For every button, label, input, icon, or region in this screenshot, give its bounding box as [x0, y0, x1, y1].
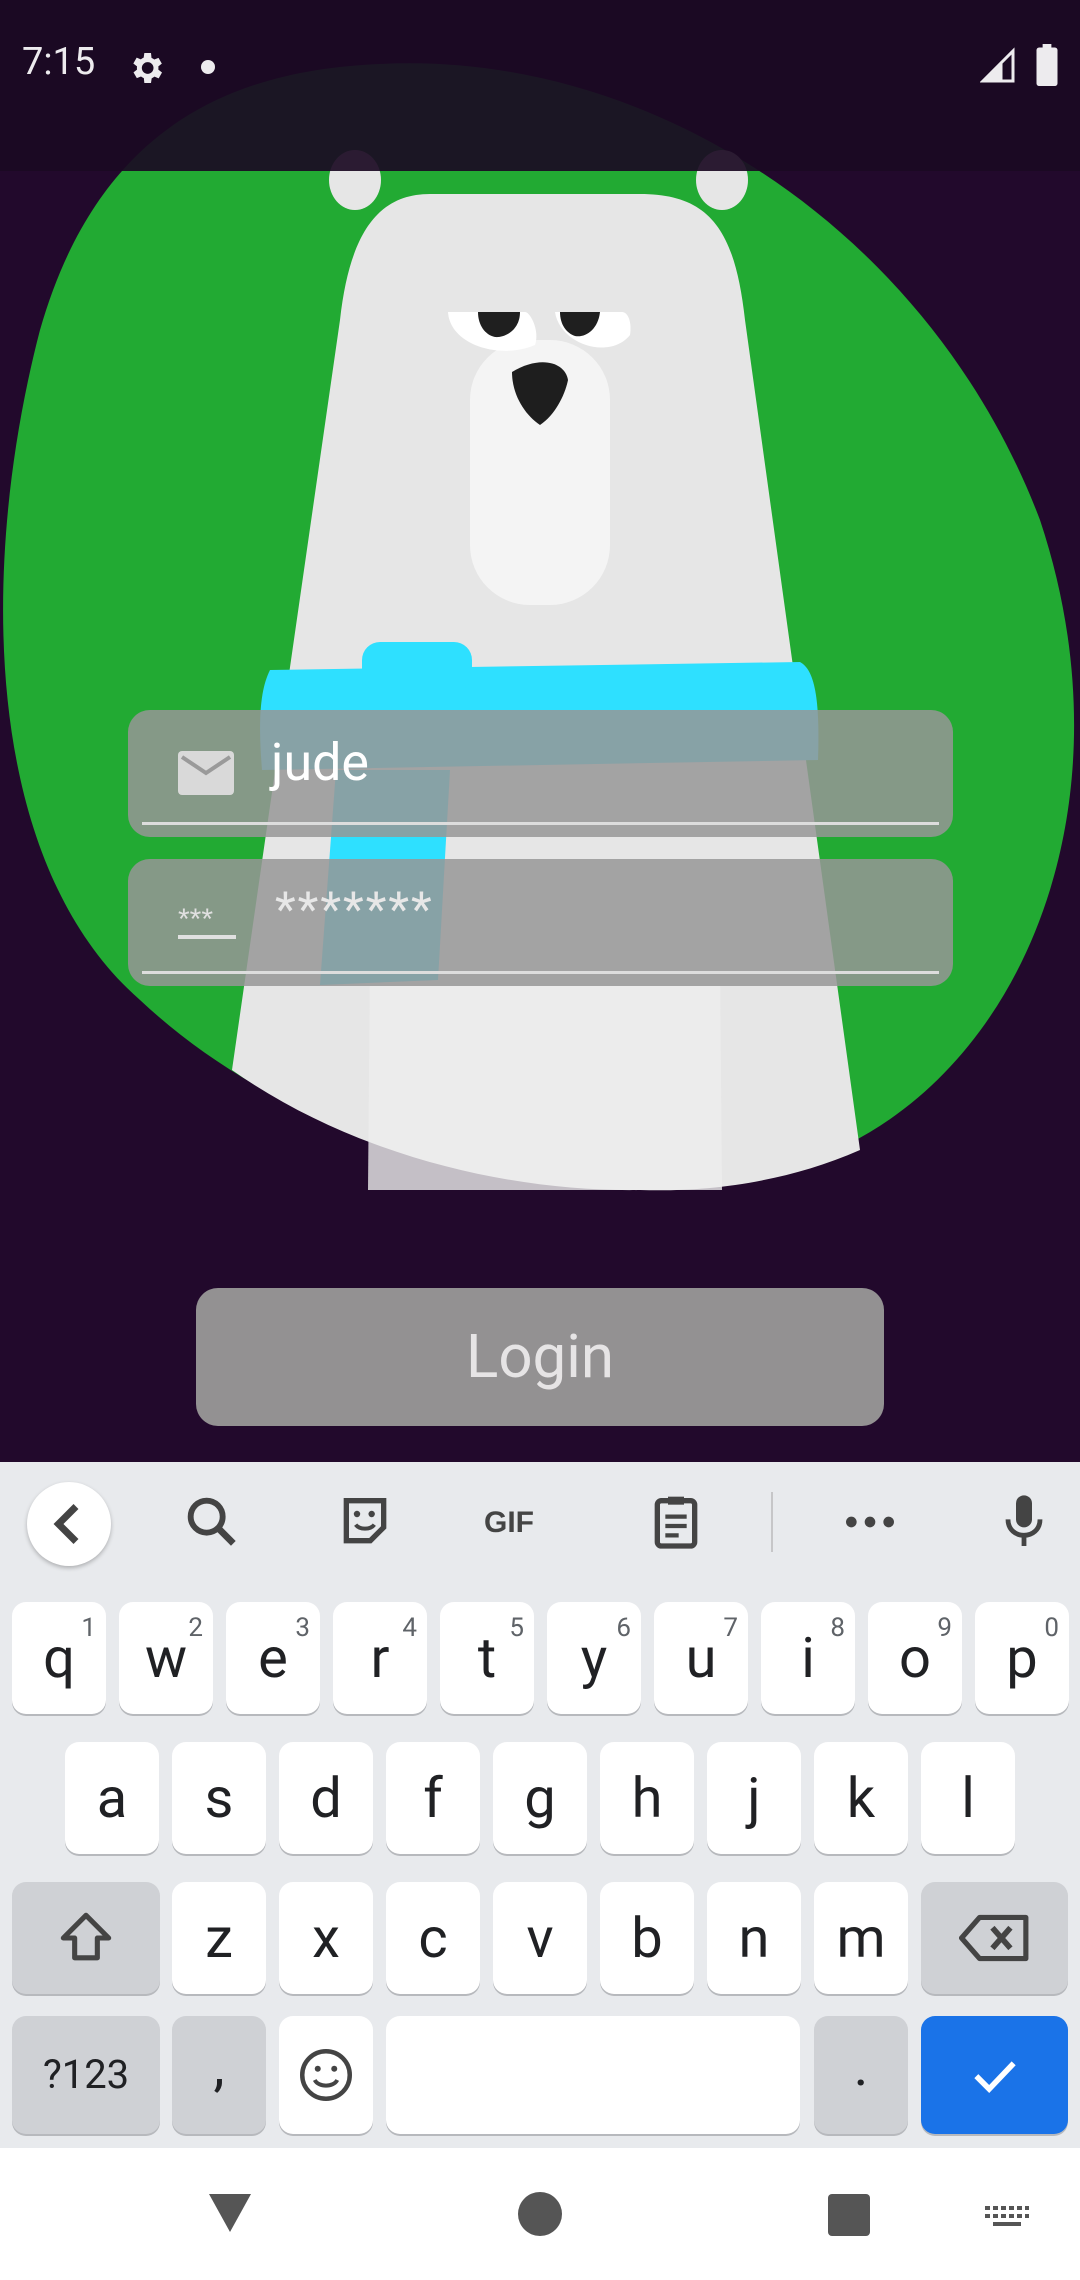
- mic-icon[interactable]: [992, 1490, 1056, 1554]
- clipboard-icon[interactable]: [644, 1490, 708, 1554]
- key-p[interactable]: p0: [975, 1602, 1069, 1714]
- password-field[interactable]: *** *******: [128, 859, 953, 986]
- key-x[interactable]: x: [279, 1882, 373, 1994]
- signal-icon: [980, 47, 1015, 83]
- keyboard-toolbar: GIF: [0, 1462, 1080, 1584]
- status-bar: 7:15: [0, 0, 1080, 171]
- period-key[interactable]: .: [814, 2016, 908, 2134]
- shift-key[interactable]: [12, 1882, 160, 1994]
- key-k[interactable]: k: [814, 1742, 908, 1854]
- bear-illustration: [3, 63, 1075, 1191]
- key-i[interactable]: i8: [761, 1602, 855, 1714]
- search-icon[interactable]: [180, 1490, 244, 1554]
- key-z[interactable]: z: [172, 1882, 266, 1994]
- password-placeholder: *******: [275, 881, 434, 938]
- chevron-left-icon[interactable]: [27, 1482, 111, 1566]
- sticker-icon[interactable]: [333, 1490, 397, 1554]
- key-r[interactable]: r4: [333, 1602, 427, 1714]
- bear-belly: [368, 960, 722, 1190]
- key-h[interactable]: h: [600, 1742, 694, 1854]
- comma-key[interactable]: ,: [172, 2016, 266, 2134]
- key-s[interactable]: s: [172, 1742, 266, 1854]
- login-button[interactable]: Login: [196, 1288, 884, 1426]
- key-m[interactable]: m: [814, 1882, 908, 1994]
- svg-text:GIF: GIF: [484, 1506, 534, 1539]
- dot-icon: [201, 60, 215, 74]
- backspace-icon: [958, 1914, 1028, 1962]
- key-w[interactable]: w2: [119, 1602, 213, 1714]
- enter-key[interactable]: [921, 2016, 1068, 2134]
- status-time: 7:15: [22, 40, 96, 84]
- bear-scarf-knot: [362, 642, 472, 692]
- backspace-key[interactable]: [921, 1882, 1068, 1994]
- key-g[interactable]: g: [493, 1742, 587, 1854]
- symbols-key[interactable]: ?123: [12, 2016, 160, 2134]
- space-key[interactable]: [386, 2016, 800, 2134]
- emoji-icon: [300, 2049, 352, 2101]
- key-q[interactable]: q1: [12, 1602, 106, 1714]
- more-icon[interactable]: [838, 1490, 902, 1554]
- password-underline: [142, 971, 939, 974]
- key-o[interactable]: o9: [868, 1602, 962, 1714]
- key-e[interactable]: e3: [226, 1602, 320, 1714]
- gif-button[interactable]: GIF: [480, 1490, 556, 1554]
- check-icon: [973, 2061, 1016, 2094]
- battery-icon: [1036, 44, 1058, 86]
- toolbar-divider: [771, 1492, 773, 1552]
- navigation-bar: [0, 2148, 1080, 2280]
- gear-icon: [133, 53, 162, 83]
- key-a[interactable]: a: [65, 1742, 159, 1854]
- home-circle-icon[interactable]: [518, 2192, 562, 2236]
- keyboard: GIF q1 w2 e3 r4 t5 y6 u7 i8 o9 p0 a s d …: [0, 1462, 1080, 2148]
- mail-icon: [178, 751, 234, 795]
- key-y[interactable]: y6: [547, 1602, 641, 1714]
- password-icon: ***: [178, 903, 236, 939]
- back-triangle-icon[interactable]: [205, 2190, 255, 2236]
- username-field[interactable]: jude: [128, 710, 953, 837]
- key-j[interactable]: j: [707, 1742, 801, 1854]
- key-b[interactable]: b: [600, 1882, 694, 1994]
- key-f[interactable]: f: [386, 1742, 480, 1854]
- emoji-key[interactable]: [279, 2016, 373, 2134]
- key-d[interactable]: d: [279, 1742, 373, 1854]
- keyboard-switch-icon[interactable]: [985, 2206, 1029, 2232]
- key-n[interactable]: n: [707, 1882, 801, 1994]
- key-u[interactable]: u7: [654, 1602, 748, 1714]
- recents-square-icon[interactable]: [828, 2194, 870, 2236]
- shift-icon: [60, 1912, 112, 1961]
- key-c[interactable]: c: [386, 1882, 480, 1994]
- username-value: jude: [271, 732, 370, 793]
- password-icon-text: ***: [178, 903, 213, 936]
- key-t[interactable]: t5: [440, 1602, 534, 1714]
- username-underline: [142, 822, 939, 825]
- key-l[interactable]: l: [921, 1742, 1015, 1854]
- key-v[interactable]: v: [493, 1882, 587, 1994]
